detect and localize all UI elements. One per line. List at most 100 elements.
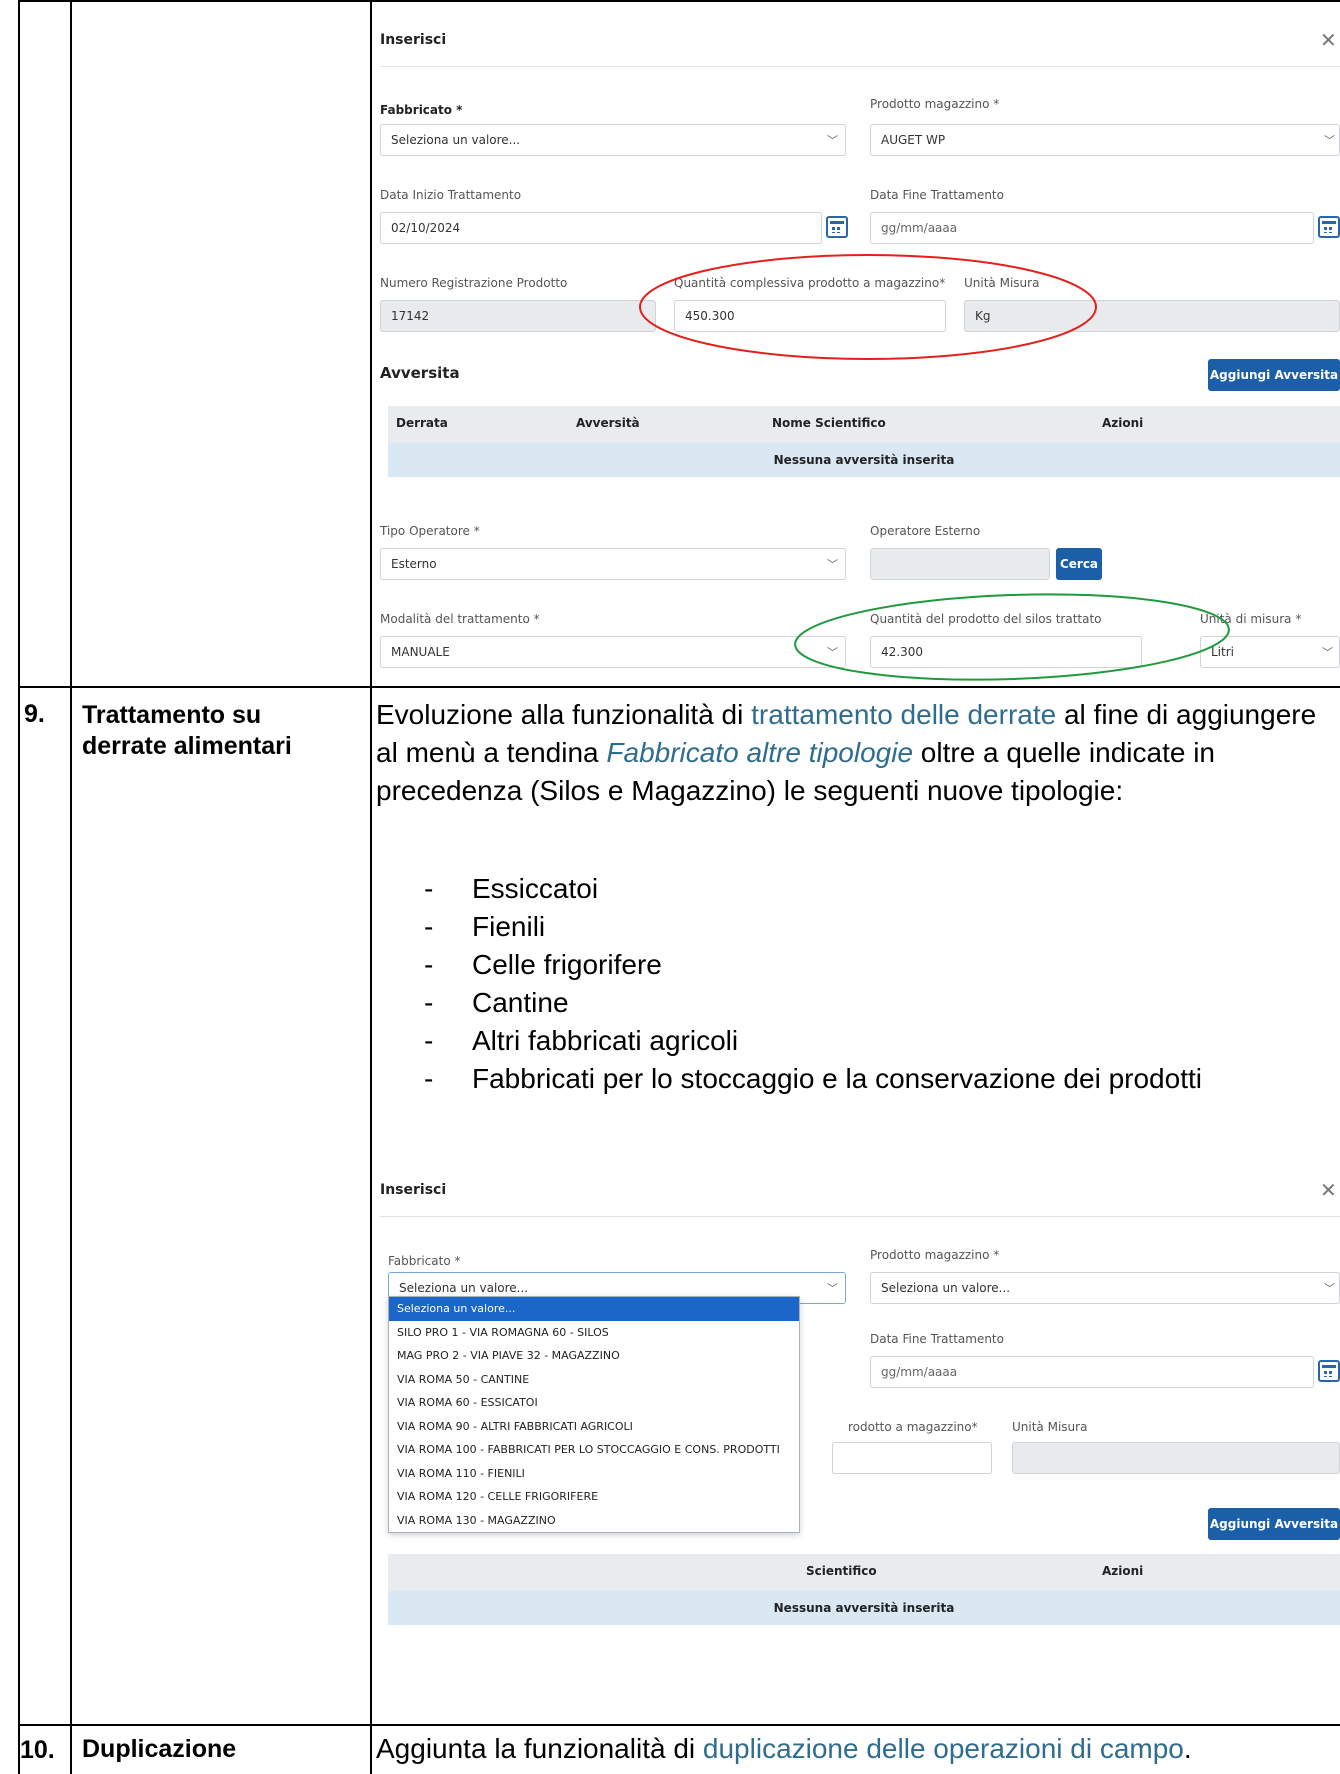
desc-text: Evoluzione alla funzionalità di [376, 699, 752, 730]
operatore-esterno-field [870, 548, 1050, 580]
dropdown-option[interactable]: VIA ROMA 110 - FIENILI [389, 1462, 799, 1486]
prodotto-label: Prodotto magazzino * [870, 1248, 1000, 1262]
calendar-icon[interactable] [1318, 216, 1340, 238]
unita-label: Unità Misura [1012, 1420, 1088, 1434]
fabbricato-select-value: Seleziona un valore... [391, 133, 521, 147]
col-avversita: Avversità [576, 416, 640, 430]
dropdown-option[interactable]: VIA ROMA 120 - CELLE FRIGORIFERE [389, 1485, 799, 1509]
fabbricato-dropdown-list[interactable]: Seleziona un valore... SILO PRO 1 - VIA … [388, 1296, 800, 1533]
operatore-esterno-label: Operatore Esterno [870, 524, 981, 538]
data-fine-input[interactable]: gg/mm/aaaa [870, 1356, 1314, 1388]
cerca-button[interactable]: Cerca [1056, 548, 1102, 580]
dropdown-option[interactable]: Seleziona un valore... [389, 1297, 799, 1321]
dropdown-option[interactable]: VIA ROMA 90 - ALTRI FABBRICATI AGRICOLI [389, 1415, 799, 1439]
calendar-icon[interactable] [1318, 1360, 1340, 1382]
tipo-operatore-value: Esterno [391, 557, 437, 571]
modalita-label: Modalità del trattamento * [380, 612, 540, 626]
col-azioni: Azioni [1102, 1564, 1144, 1578]
link-trattamento-derrate[interactable]: trattamento delle derrate [751, 699, 1056, 730]
row-separator-9 [18, 686, 1340, 688]
row-number-9: 9. [24, 700, 45, 728]
fabbricato-select-value: Seleziona un valore... [399, 1281, 529, 1295]
avversita-table-header: Derrata Avversità Nome Scientifico Azion… [388, 406, 1340, 443]
add-avversita-button[interactable]: Aggiungi Avversita [1208, 1508, 1340, 1540]
avversita-table-empty: Nessuna avversità inserita [388, 1591, 1340, 1625]
quantita-input[interactable]: 450.300 [674, 300, 946, 332]
link-duplicazione-operazioni[interactable]: duplicazione delle operazioni di campo [703, 1733, 1184, 1764]
list-item: Fienili [376, 908, 1338, 946]
chevron-down-icon: ﹀ [1324, 134, 1335, 147]
avversita-table-empty: Nessuna avversità inserita [388, 443, 1340, 477]
col-azioni: Azioni [1102, 416, 1144, 430]
list-item: Altri fabbricati agricoli [376, 1022, 1338, 1060]
quantita-silos-value: 42.300 [881, 645, 923, 659]
prodotto-select-value: AUGET WP [881, 133, 946, 147]
list-item: Cantine [376, 984, 1338, 1022]
data-fine-label: Data Fine Trattamento [870, 188, 1004, 202]
prodotto-select-value: Seleziona un valore... [881, 1281, 1011, 1295]
data-fine-label: Data Fine Trattamento [870, 1332, 1004, 1346]
dialog-title: Inserisci [380, 32, 447, 48]
dialog-separator [380, 1216, 1340, 1217]
unita-misura-select[interactable]: Litri [1200, 636, 1340, 668]
fabbricato-select[interactable]: Seleziona un valore... [380, 124, 846, 156]
quantita-label: Quantità complessiva prodotto a magazzin… [674, 276, 946, 290]
prodotto-label: Prodotto magazzino * [870, 97, 1000, 111]
close-icon[interactable]: ✕ [1320, 1178, 1337, 1202]
row-topic-9-line1: Trattamento su [82, 701, 262, 729]
dropdown-option[interactable]: SILO PRO 1 - VIA ROMAGNA 60 - SILOS [389, 1321, 799, 1345]
chevron-down-icon: ﹀ [827, 646, 838, 659]
insert-dialog-2: Inserisci ✕ Fabbricato * Seleziona un va… [372, 1150, 1340, 1722]
quantita-silos-input[interactable]: 42.300 [870, 636, 1142, 668]
add-avversita-button[interactable]: Aggiungi Avversita [1208, 359, 1340, 391]
col-nome-scientifico: Scientifico [806, 1564, 877, 1578]
prodotto-select[interactable]: AUGET WP [870, 124, 1340, 156]
fabbricato-label: Fabbricato * [388, 1254, 461, 1268]
list-item: Essiccatoi [376, 870, 1338, 908]
table-border-left [18, 0, 20, 1774]
data-fine-input[interactable]: gg/mm/aaaa [870, 212, 1314, 244]
numero-reg-label: Numero Registrazione Prodotto [380, 276, 568, 290]
unita-value: Kg [975, 309, 991, 323]
unita-misura-value: Litri [1211, 645, 1234, 659]
data-fine-value: gg/mm/aaaa [881, 221, 958, 235]
col-nome-scientifico: Nome Scientifico [772, 416, 886, 430]
unita-label: Unità Misura [964, 276, 1040, 290]
modalita-select[interactable]: MANUALE [380, 636, 846, 668]
chevron-down-icon: ﹀ [827, 558, 838, 571]
list-item: Fabbricati per lo stoccaggio e la conser… [376, 1060, 1338, 1098]
col-derrata: Derrata [396, 416, 448, 430]
row-topic-10: Duplicazione [82, 1735, 237, 1763]
modalita-value: MANUALE [391, 645, 450, 659]
chevron-down-icon: ﹀ [1322, 646, 1333, 659]
avversita-table-header: Scientifico Azioni [388, 1554, 1340, 1591]
desc-text: Aggiunta la funzionalità di [376, 1733, 703, 1764]
quantita-input[interactable] [832, 1442, 992, 1474]
row10-description: Aggiunta la funzionalità di duplicazione… [376, 1730, 1338, 1768]
link-fabbricato-altre-tipologie[interactable]: Fabbricato altre tipologie [606, 737, 913, 768]
dropdown-option[interactable]: VIA ROMA 50 - CANTINE [389, 1368, 799, 1392]
dropdown-option[interactable]: VIA ROMA 130 - MAGAZZINO [389, 1509, 799, 1533]
dropdown-option[interactable]: VIA ROMA 100 - FABBRICATI PER LO STOCCAG… [389, 1438, 799, 1462]
data-inizio-input[interactable]: 02/10/2024 [380, 212, 822, 244]
prodotto-select[interactable]: Seleziona un valore... [870, 1272, 1340, 1304]
dropdown-option[interactable]: VIA ROMA 60 - ESSICATOI [389, 1391, 799, 1415]
data-inizio-label: Data Inizio Trattamento [380, 188, 522, 202]
fabbricato-label: Fabbricato * [380, 103, 463, 117]
numero-reg-field: 17142 [380, 300, 656, 332]
quantita-label-partial: rodotto a magazzino* [848, 1420, 978, 1434]
unita-misura-label: Unità di misura * [1200, 612, 1302, 626]
close-icon[interactable]: ✕ [1320, 28, 1337, 52]
tipo-operatore-label: Tipo Operatore * [380, 524, 480, 538]
insert-dialog-1: Inserisci ✕ Fabbricato * Seleziona un va… [372, 2, 1340, 684]
unita-field [1012, 1442, 1340, 1474]
tipologie-list: Essiccatoi Fienili Celle frigorifere Can… [376, 870, 1338, 1098]
tipo-operatore-select[interactable]: Esterno [380, 548, 846, 580]
row-topic-9-line2: derrate alimentari [82, 732, 292, 760]
row-number-10: 10. [20, 1736, 55, 1764]
row9-description: Evoluzione alla funzionalità di trattame… [376, 696, 1338, 810]
calendar-icon[interactable] [826, 216, 848, 238]
dropdown-option[interactable]: MAG PRO 2 - VIA PIAVE 32 - MAGAZZINO [389, 1344, 799, 1368]
quantita-silos-label: Quantità del prodotto del silos trattato [870, 612, 1102, 626]
desc-text: . [1183, 1733, 1192, 1764]
